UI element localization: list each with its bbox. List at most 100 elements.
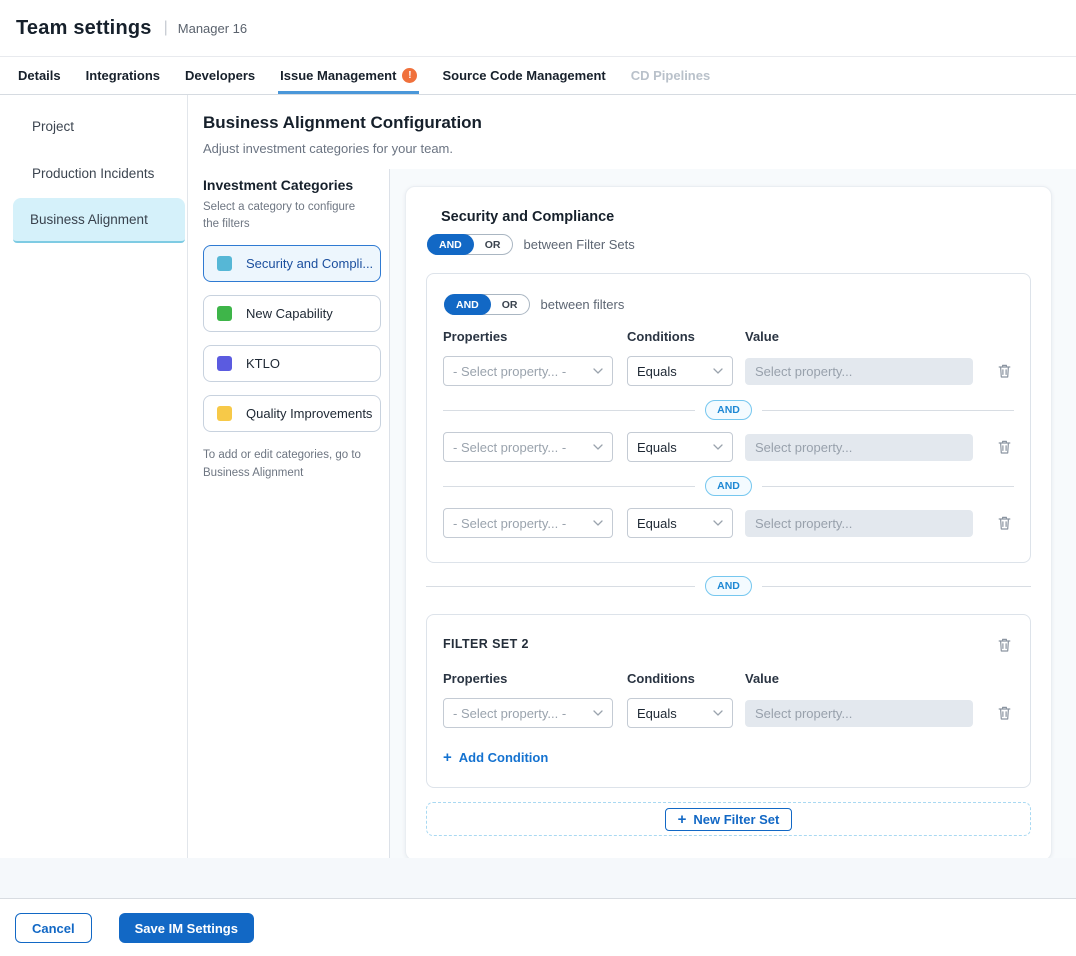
value-input[interactable] — [745, 434, 973, 461]
category-color-swatch — [217, 256, 232, 271]
tab-cd-pipelines: CD Pipelines — [629, 57, 712, 94]
chevron-down-icon — [593, 710, 603, 716]
condition-select[interactable]: Equals — [627, 356, 733, 386]
and-connector-pill: AND — [705, 476, 752, 496]
tab-integrations[interactable]: Integrations — [84, 57, 162, 94]
section-title: Business Alignment Configuration — [203, 113, 1076, 133]
tab-bar: Details Integrations Developers Issue Ma… — [0, 57, 1076, 95]
property-select[interactable]: - Select property... - — [443, 698, 613, 728]
header-divider: | — [164, 19, 168, 37]
category-security-and-compliance[interactable]: Security and Compli... — [203, 245, 381, 282]
filter-set-2-title: FILTER SET 2 — [443, 635, 529, 651]
manager-name: Manager 16 — [178, 21, 247, 36]
condition-select[interactable]: Equals — [627, 432, 733, 462]
filter-columns-header: Properties Conditions Value — [443, 671, 1014, 686]
filter-row: - Select property... - Equals — [443, 508, 1014, 538]
and-connector-pill: AND — [705, 576, 752, 596]
and-connector: AND — [443, 400, 1014, 420]
property-select[interactable]: - Select property... - — [443, 356, 613, 386]
condition-select[interactable]: Equals — [627, 698, 733, 728]
plus-icon: + — [443, 750, 452, 765]
chevron-down-icon — [593, 520, 603, 526]
sidebar-item-business-alignment[interactable]: Business Alignment — [13, 198, 185, 243]
new-filter-set-button[interactable]: + New Filter Set — [665, 808, 793, 831]
chevron-down-icon — [713, 444, 723, 450]
tab-issue-management[interactable]: Issue Management ! — [278, 57, 419, 94]
settings-sidebar: Project Production Incidents Business Al… — [0, 95, 188, 858]
chevron-down-icon — [593, 444, 603, 450]
categories-footnote: To add or edit categories, go to Busines… — [203, 447, 368, 482]
chevron-down-icon — [713, 368, 723, 374]
category-color-swatch — [217, 406, 232, 421]
conditions-header: Conditions — [627, 329, 745, 344]
investment-categories-title: Investment Categories — [203, 177, 377, 193]
category-quality-improvements[interactable]: Quality Improvements — [203, 395, 381, 432]
chevron-down-icon — [593, 368, 603, 374]
team-settings-window: Team settings | Manager 16 Details Integ… — [0, 0, 1076, 956]
delete-filter-button[interactable] — [995, 703, 1014, 723]
toggle-or-option[interactable]: OR — [491, 299, 529, 311]
and-connector-between-sets: AND — [426, 576, 1031, 596]
value-input[interactable] — [745, 700, 973, 727]
filter-row: - Select property... - Equals — [443, 356, 1014, 386]
cancel-button[interactable]: Cancel — [15, 913, 92, 943]
selected-category-title: Security and Compliance — [441, 209, 1031, 225]
save-im-settings-button[interactable]: Save IM Settings — [119, 913, 254, 943]
section-subtitle: Adjust investment categories for your te… — [203, 141, 1076, 156]
bottom-strip — [0, 858, 1076, 899]
delete-filter-button[interactable] — [995, 437, 1014, 457]
properties-header: Properties — [443, 671, 627, 686]
property-select[interactable]: - Select property... - — [443, 432, 613, 462]
between-filters-label: between filters — [541, 297, 625, 312]
category-filters-panel: Security and Compliance AND OR between F… — [405, 186, 1052, 861]
page-header: Team settings | Manager 16 — [0, 0, 1076, 57]
filter-sets-and-or-toggle[interactable]: AND OR — [427, 234, 513, 255]
properties-header: Properties — [443, 329, 627, 344]
category-color-swatch — [217, 306, 232, 321]
action-footer: Cancel Save IM Settings — [0, 899, 1076, 956]
tab-developers[interactable]: Developers — [183, 57, 257, 94]
content: Business Alignment Configuration Adjust … — [188, 95, 1076, 858]
toggle-and-option[interactable]: AND — [444, 294, 491, 315]
value-input[interactable] — [745, 510, 973, 537]
trash-icon — [997, 363, 1012, 379]
toggle-and-option[interactable]: AND — [427, 234, 474, 255]
investment-categories-column: Investment Categories Select a category … — [188, 169, 390, 858]
chevron-down-icon — [713, 710, 723, 716]
and-connector-pill: AND — [705, 400, 752, 420]
body: Project Production Incidents Business Al… — [0, 95, 1076, 858]
category-new-capability[interactable]: New Capability — [203, 295, 381, 332]
property-select[interactable]: - Select property... - — [443, 508, 613, 538]
filter-row: - Select property... - Equals — [443, 698, 1014, 728]
chevron-down-icon — [713, 520, 723, 526]
delete-filter-button[interactable] — [995, 361, 1014, 381]
toggle-or-option[interactable]: OR — [474, 239, 512, 251]
tab-source-code-management[interactable]: Source Code Management — [440, 57, 607, 94]
condition-select[interactable]: Equals — [627, 508, 733, 538]
sidebar-item-production-incidents[interactable]: Production Incidents — [2, 151, 185, 196]
filter-row: - Select property... - Equals — [443, 432, 1014, 462]
trash-icon — [997, 515, 1012, 531]
filter-columns-header: Properties Conditions Value — [443, 329, 1014, 344]
add-condition-button[interactable]: + Add Condition — [443, 750, 548, 765]
filters-region: Security and Compliance AND OR between F… — [390, 169, 1076, 858]
tab-details[interactable]: Details — [16, 57, 63, 94]
page-header-title: Team settings — [16, 17, 152, 40]
filter-set-1-card: AND OR between filters Properties Condit… — [426, 273, 1031, 563]
delete-filter-button[interactable] — [995, 513, 1014, 533]
value-input[interactable] — [745, 358, 973, 385]
value-header: Value — [745, 671, 779, 686]
category-color-swatch — [217, 356, 232, 371]
investment-categories-subtitle: Select a category to configure the filte… — [203, 199, 363, 232]
value-header: Value — [745, 329, 779, 344]
sidebar-item-project[interactable]: Project — [2, 104, 185, 149]
delete-filter-set-button[interactable] — [995, 635, 1014, 655]
between-filter-sets-label: between Filter Sets — [524, 237, 635, 252]
conditions-header: Conditions — [627, 671, 745, 686]
trash-icon — [997, 637, 1012, 653]
trash-icon — [997, 439, 1012, 455]
category-ktlo[interactable]: KTLO — [203, 345, 381, 382]
filters-and-or-toggle[interactable]: AND OR — [444, 294, 530, 315]
trash-icon — [997, 705, 1012, 721]
filter-set-2-card: FILTER SET 2 Properties Conditions Value — [426, 614, 1031, 788]
